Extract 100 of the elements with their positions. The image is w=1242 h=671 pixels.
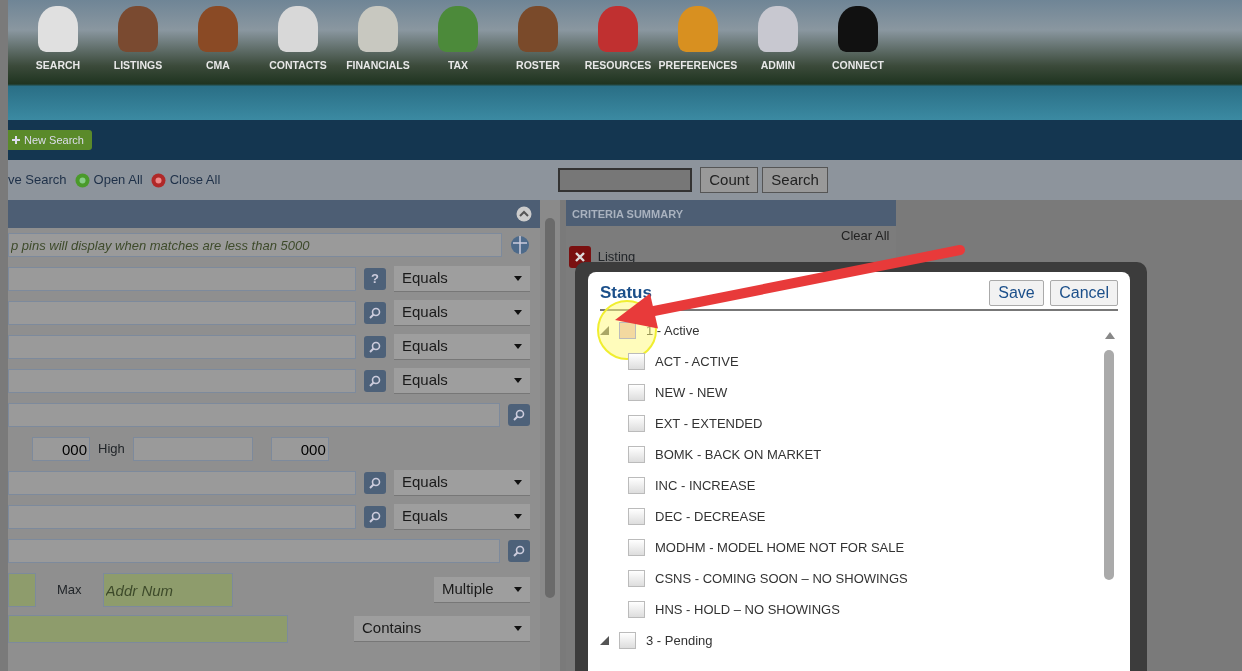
text-field[interactable] <box>8 403 500 427</box>
circle-icon <box>74 172 90 188</box>
illustration-icon <box>358 6 398 52</box>
cancel-button[interactable]: Cancel <box>1050 280 1118 306</box>
search-button[interactable] <box>508 404 530 426</box>
search-button[interactable] <box>364 472 386 494</box>
nav-item[interactable]: PREFERENCES <box>658 6 738 74</box>
nav-item[interactable]: ROSTER <box>498 6 578 74</box>
illustration-icon <box>838 6 878 52</box>
status-label[interactable]: ACT - ACTIVE <box>655 352 739 372</box>
nav-item[interactable]: FINANCIALS <box>338 6 418 74</box>
collapse-icon <box>516 206 532 222</box>
number-field[interactable] <box>8 573 36 607</box>
nav-item[interactable]: SEARCH <box>18 6 98 74</box>
nav-item[interactable]: ADMIN <box>738 6 818 74</box>
magnifier-icon <box>513 545 525 557</box>
magnifier-icon <box>369 511 381 523</box>
magnifier-icon <box>369 307 381 319</box>
checkbox[interactable] <box>628 508 645 526</box>
expand-toggle-icon[interactable] <box>600 636 609 646</box>
operator-dropdown[interactable]: Equals <box>394 300 530 326</box>
operator-dropdown[interactable]: Equals <box>394 504 530 530</box>
magnifier-icon <box>369 477 381 489</box>
help-button[interactable]: ? <box>364 268 386 290</box>
search-button[interactable] <box>364 302 386 324</box>
save-button[interactable]: Save <box>989 280 1044 306</box>
checkbox[interactable] <box>628 353 645 371</box>
search-button[interactable] <box>364 506 386 528</box>
status-label[interactable]: MODHM - MODEL HOME NOT FOR SALE <box>655 538 905 558</box>
checkbox[interactable] <box>628 384 645 402</box>
count-button[interactable]: Count <box>700 166 759 194</box>
save-search-link[interactable]: ve Search <box>8 170 67 190</box>
search-button[interactable] <box>508 540 530 562</box>
search-button[interactable] <box>364 336 386 358</box>
status-label[interactable]: HNS - HOLD – NO SHOWINGS <box>655 600 840 620</box>
operator-dropdown[interactable]: Equals <box>394 368 530 394</box>
illustration-icon <box>598 6 638 52</box>
text-field[interactable] <box>8 369 356 393</box>
status-label[interactable]: DEC - DECREASE <box>655 507 766 527</box>
scrollbar-thumb[interactable] <box>545 218 555 598</box>
checkbox[interactable] <box>628 477 645 495</box>
checkbox[interactable] <box>628 415 645 433</box>
operator-dropdown[interactable]: Multiple <box>434 577 530 603</box>
text-field[interactable] <box>8 301 356 325</box>
operator-dropdown[interactable]: Equals <box>394 470 530 496</box>
expand-toggle-icon[interactable] <box>600 326 609 336</box>
text-field[interactable] <box>8 505 356 529</box>
map-hint-field[interactable]: p pins will display when matches are less than 5000 <box>8 233 502 257</box>
open-all-link[interactable]: Open All <box>74 170 143 190</box>
plus-icon <box>12 136 20 144</box>
number-field[interactable] <box>132 437 253 461</box>
text-field[interactable] <box>8 539 500 563</box>
number-field[interactable]: 000 <box>32 437 90 461</box>
nav-item[interactable]: RESOURCES <box>578 6 658 74</box>
scrollbar-thumb[interactable] <box>1104 349 1114 580</box>
status-label[interactable]: EXT - EXTENDED <box>655 414 763 434</box>
nav-item[interactable]: LISTINGS <box>98 6 178 74</box>
status-label[interactable]: CSNS - COMING SOON – NO SHOWINGS <box>655 569 908 589</box>
status-label[interactable]: INC - INCREASE <box>655 476 756 496</box>
status-label[interactable]: NEW - NEW <box>655 383 728 403</box>
remove-button[interactable] <box>569 245 592 268</box>
text-field[interactable] <box>8 267 356 291</box>
caret-icon <box>514 480 522 485</box>
address-number-field[interactable]: Addr Num <box>102 573 233 607</box>
illustration-icon <box>278 6 318 52</box>
field-label: Max <box>57 581 82 600</box>
checkbox[interactable] <box>619 632 636 650</box>
nav-item[interactable]: CMA <box>178 6 258 74</box>
caret-icon <box>514 587 522 592</box>
caret-icon <box>514 310 522 315</box>
number-field[interactable]: 000 <box>270 437 329 461</box>
nav-item[interactable]: TAX <box>418 6 498 74</box>
nav-item[interactable]: CONTACTS <box>258 6 338 74</box>
illustration-icon <box>518 6 558 52</box>
operator-dropdown[interactable]: Equals <box>394 334 530 360</box>
circle-icon <box>150 172 166 188</box>
checkbox[interactable] <box>628 539 645 557</box>
caret-icon <box>514 514 522 519</box>
text-field[interactable] <box>8 335 356 359</box>
text-field[interactable] <box>8 471 356 495</box>
operator-dropdown[interactable]: Contains <box>354 616 530 642</box>
checkbox[interactable] <box>628 601 645 619</box>
checkbox[interactable] <box>619 322 636 340</box>
status-label[interactable]: 3 - Pending <box>646 631 713 651</box>
caret-icon <box>514 378 522 383</box>
search-button[interactable]: Search <box>762 166 828 194</box>
nav-item[interactable]: CONNECT <box>818 6 898 74</box>
operator-dropdown[interactable]: Equals <box>394 266 530 292</box>
clear-all-link[interactable]: Clear All <box>841 228 890 243</box>
checkbox[interactable] <box>628 446 645 464</box>
illustration-icon <box>438 6 478 52</box>
status-label[interactable]: BOMK - BACK ON MARKET <box>655 445 822 465</box>
checkbox[interactable] <box>628 570 645 588</box>
close-all-link[interactable]: Close All <box>150 170 221 190</box>
magnifier-icon <box>369 375 381 387</box>
illustration-icon <box>118 6 158 52</box>
search-button[interactable] <box>364 370 386 392</box>
count-field[interactable] <box>558 168 693 192</box>
globe-icon <box>510 235 530 255</box>
text-field[interactable] <box>8 615 288 643</box>
